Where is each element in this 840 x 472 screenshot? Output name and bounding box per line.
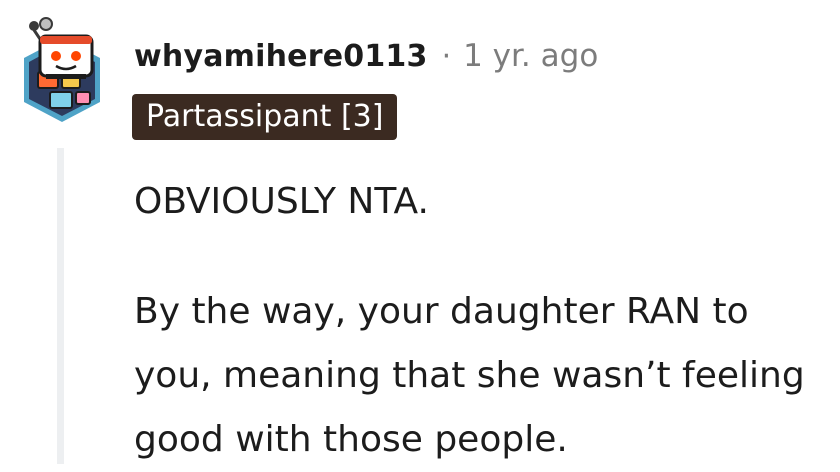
user-flair: Partassipant [3]	[132, 94, 398, 140]
username-link[interactable]: whyamihere0113	[134, 39, 428, 74]
user-avatar[interactable]	[16, 16, 108, 128]
comment-paragraph: By the way, your daughter RAN to you, me…	[134, 291, 805, 460]
meta-separator: ·	[441, 38, 452, 74]
comment-timestamp[interactable]: 1 yr. ago	[463, 38, 598, 74]
comment: whyamihere0113 · 1 yr. ago Partassipant …	[0, 0, 840, 464]
snoo-avatar-icon	[24, 17, 100, 122]
comment-paragraph: OBVIOUSLY NTA.	[134, 181, 429, 222]
thread-line[interactable]	[57, 148, 64, 464]
comment-meta: whyamihere0113 · 1 yr. ago	[134, 36, 598, 76]
